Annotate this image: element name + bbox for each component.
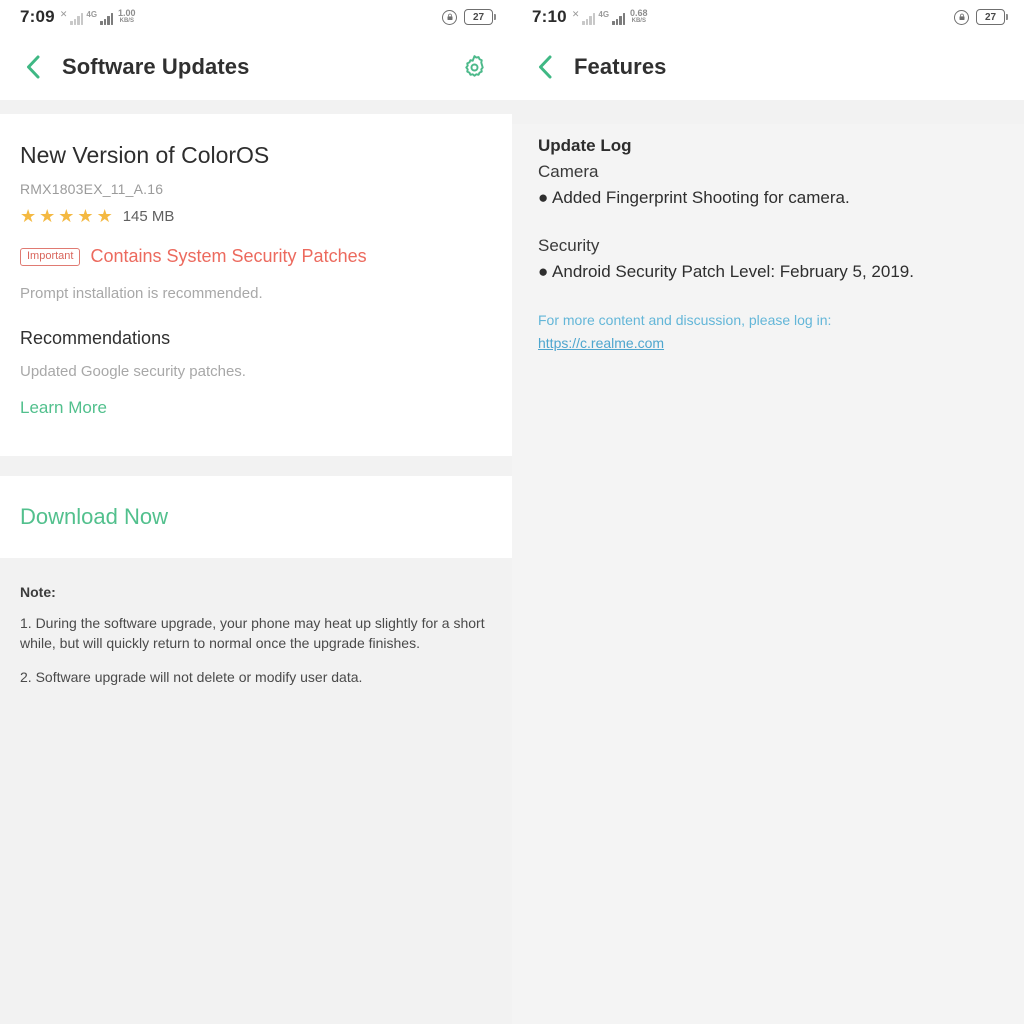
network-speed-value: 0.68 (630, 8, 648, 18)
update-info-card: New Version of ColorOS RMX1803EX_11_A.16… (0, 114, 512, 456)
app-bar-right: Features (512, 34, 1024, 100)
gear-icon (464, 54, 484, 77)
update-size: 145 MB (122, 207, 175, 225)
lock-icon (442, 9, 457, 25)
note-item: 1. During the software upgrade, your pho… (20, 615, 485, 652)
screen-features: 7:10 ✕ 4G 0.68 KB/S 27 Features Update L… (512, 0, 1024, 1024)
note-section: Note: 1. During the software upgrade, yo… (0, 558, 512, 988)
dual-screenshot-container: 7:09 ✕ 4G 1.00 KB/S 27 Software Updates … (0, 0, 1024, 1024)
page-title: Software Updates (62, 54, 250, 79)
network-speed-indicator: 1.00 KB/S (118, 9, 136, 25)
download-now-label: Download Now (20, 504, 168, 529)
note-heading: Note: (20, 584, 56, 600)
battery-indicator: 27 (464, 9, 496, 25)
log-section-camera: Camera (538, 162, 599, 181)
star-rating: ★ ★ ★ ★ ★ (20, 207, 113, 225)
network-type-label: 4G (598, 10, 610, 19)
update-log-heading: Update Log (538, 136, 632, 155)
download-now-button[interactable]: Download Now (0, 476, 512, 558)
log-bullet-camera: ● Added Fingerprint Shooting for camera. (538, 188, 850, 207)
signal-bars-icon-2 (612, 12, 626, 25)
no-sim-icon: ✕ (59, 9, 68, 19)
spacer-top (0, 100, 512, 114)
log-bullet-security: ● Android Security Patch Level: February… (538, 262, 914, 281)
chevron-left-icon (26, 55, 39, 79)
signal-bars-icon-1 (70, 12, 84, 25)
log-section-security: Security (538, 236, 600, 255)
status-bar-left: 7:09 ✕ 4G 1.00 KB/S 27 (0, 0, 512, 34)
network-type-label: 4G (86, 10, 98, 19)
spacer-top (512, 100, 1024, 124)
back-button[interactable] (530, 52, 560, 82)
rating-row: ★ ★ ★ ★ ★ 145 MB (20, 207, 492, 225)
note-item: 2. Software upgrade will not delete or m… (20, 668, 363, 685)
update-version: RMX1803EX_11_A.16 (20, 181, 164, 197)
page-title: Features (574, 54, 667, 79)
signal-bars-icon-1 (582, 12, 596, 25)
security-notice-text: Contains System Security Patches (90, 246, 367, 266)
network-speed-indicator: 0.68 KB/S (630, 9, 648, 25)
status-signal-group: ✕ 4G 1.00 KB/S (60, 9, 136, 27)
battery-indicator: 27 (976, 9, 1008, 25)
chevron-left-icon (538, 55, 551, 79)
network-speed-value: 1.00 (118, 8, 136, 18)
status-time: 7:09 (20, 7, 55, 26)
back-button[interactable] (18, 52, 48, 82)
app-bar-left: Software Updates (0, 34, 512, 100)
status-bar-right-group: 27 (954, 9, 1008, 25)
recommendations-heading: Recommendations (20, 328, 171, 348)
install-prompt: Prompt installation is recommended. (20, 285, 263, 302)
log-spacer (538, 208, 998, 230)
star-icon: ★ (77, 206, 94, 226)
network-speed-unit: KB/S (631, 18, 646, 24)
recommendations-body: Updated Google security patches. (20, 363, 246, 380)
important-badge: Important (20, 247, 81, 266)
lock-icon (954, 9, 969, 25)
security-notice-row: Important Contains System Security Patch… (20, 246, 492, 267)
star-icon: ★ (20, 206, 37, 226)
star-icon: ★ (58, 206, 75, 226)
update-log-section: Update Log Camera ● Added Fingerprint Sh… (512, 124, 1024, 1024)
status-bar-left-group: 7:09 ✕ 4G 1.00 KB/S (20, 7, 136, 27)
status-time: 7:10 (532, 7, 567, 26)
network-speed-unit: KB/S (119, 18, 134, 24)
status-bar-left-group: 7:10 ✕ 4G 0.68 KB/S (532, 7, 648, 27)
learn-more-link[interactable]: Learn More (20, 398, 107, 418)
star-icon: ★ (96, 206, 113, 226)
star-icon: ★ (39, 206, 56, 226)
screen-software-updates: 7:09 ✕ 4G 1.00 KB/S 27 Software Updates … (0, 0, 512, 1024)
signal-bars-icon-2 (100, 12, 114, 25)
status-bar-right-group: 27 (442, 9, 496, 25)
no-sim-icon: ✕ (571, 9, 580, 19)
spacer-middle (0, 456, 512, 476)
update-title: New Version of ColorOS (20, 142, 270, 168)
settings-button[interactable] (458, 51, 490, 83)
status-bar-right: 7:10 ✕ 4G 0.68 KB/S 27 (512, 0, 1024, 34)
status-signal-group: ✕ 4G 0.68 KB/S (572, 9, 648, 27)
community-link[interactable]: https://c.realme.com (538, 335, 664, 351)
community-note: For more content and discussion, please … (538, 312, 832, 328)
battery-level: 27 (472, 11, 485, 23)
battery-level: 27 (984, 11, 997, 23)
